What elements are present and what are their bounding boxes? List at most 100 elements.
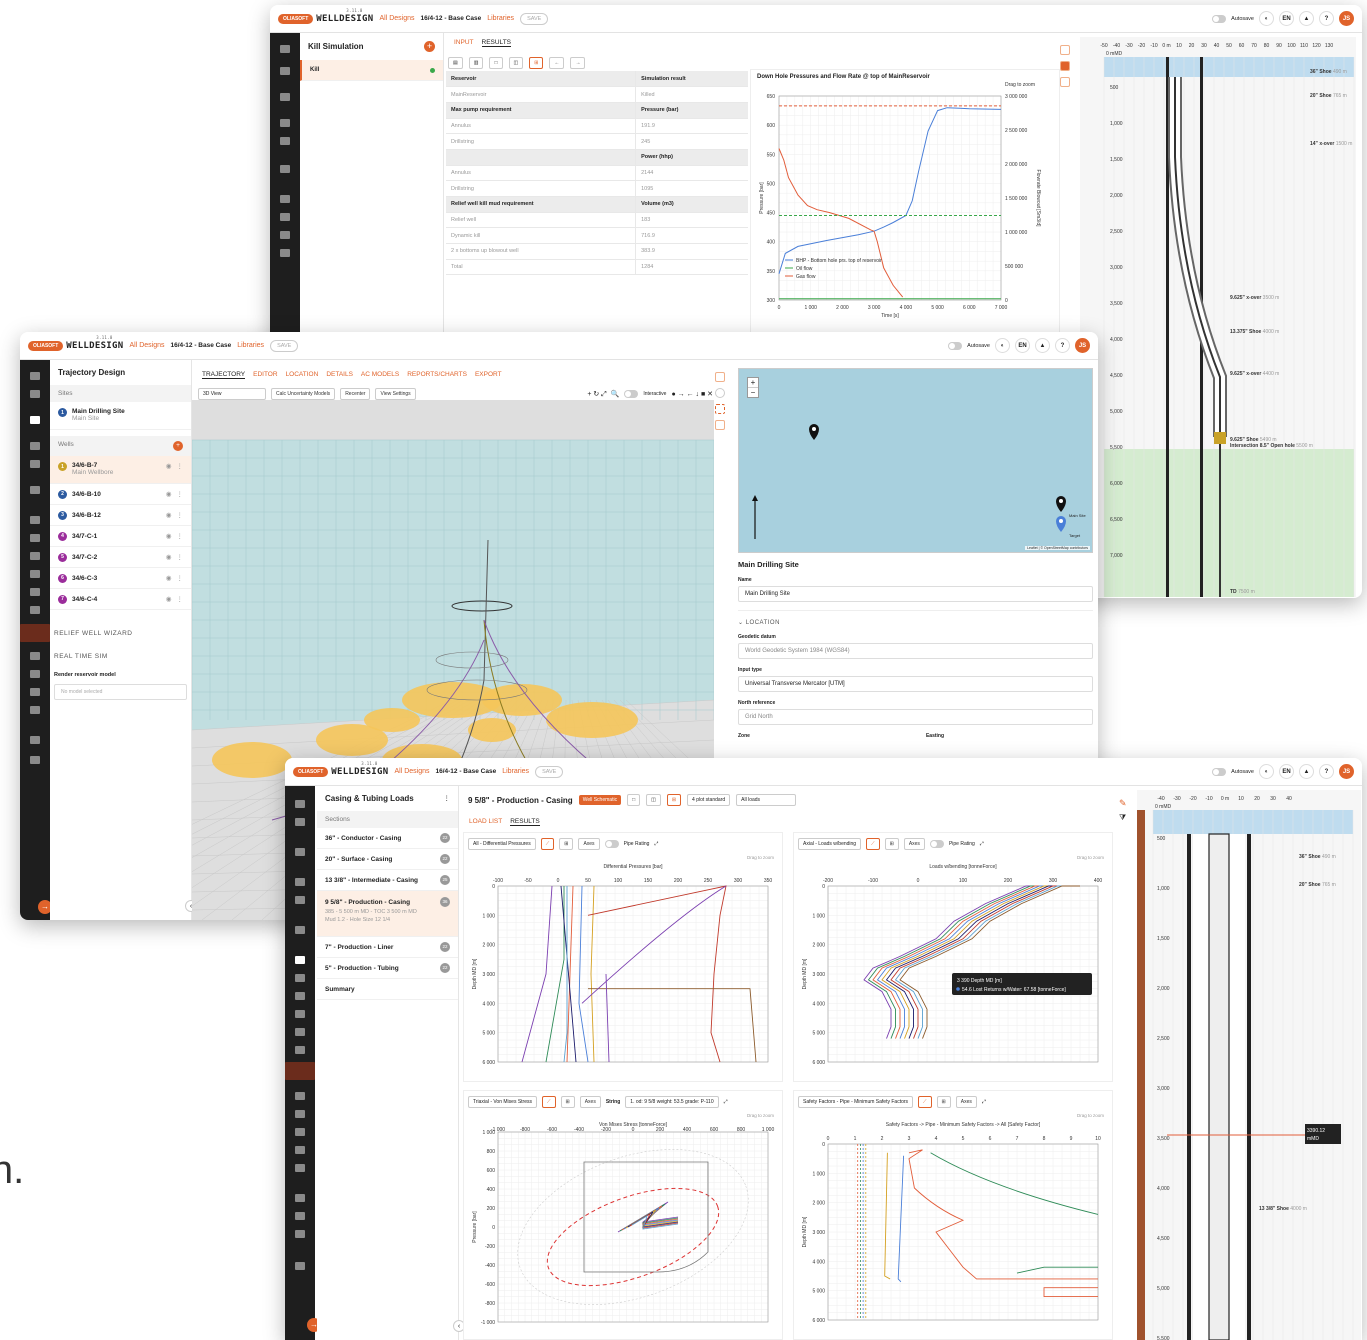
file-icon-3[interactable]: [295, 1262, 305, 1270]
line-chart-icon[interactable]: ⟋: [918, 1096, 932, 1108]
tools-icon-2[interactable]: [30, 460, 40, 468]
autosave-toggle[interactable]: [1212, 14, 1227, 23]
tab-trajectory[interactable]: TRAJECTORY: [202, 371, 246, 379]
line-chart-icon[interactable]: ⟋: [866, 838, 880, 850]
list-icon-3[interactable]: [295, 818, 305, 826]
settings-icon[interactable]: [280, 45, 290, 53]
libraries-link-2[interactable]: Libraries: [237, 342, 264, 349]
real-time-sim[interactable]: REAL TIME SIM: [50, 647, 191, 666]
graph-icon-3[interactable]: [295, 974, 305, 982]
section-item[interactable]: 5" - Production - Tubing 22: [317, 958, 458, 979]
arrows-icon[interactable]: ● → ← ↓ ■ ✕: [671, 390, 713, 398]
help-button-3[interactable]: ?: [1319, 764, 1334, 779]
avatar-2[interactable]: JS: [1075, 338, 1090, 353]
more-icon[interactable]: ⋮: [177, 532, 184, 540]
eye-icon[interactable]: ◉: [166, 574, 172, 582]
all-designs-link-2[interactable]: All Designs: [129, 342, 164, 349]
single-view-icon-3[interactable]: □: [627, 794, 641, 806]
target-icon-2[interactable]: [30, 570, 40, 578]
tab-details[interactable]: DETAILS: [326, 371, 353, 379]
tab-results[interactable]: RESULTS: [481, 39, 511, 47]
section-item[interactable]: 9 5/8" - Production - Casing 36 385 - 5 50…: [317, 891, 458, 937]
dark-mode-icon-3[interactable]: ◐: [1259, 764, 1274, 779]
autosave-toggle-3[interactable]: [1212, 767, 1227, 776]
well-item[interactable]: 5 34/7-C-2 ◉ ⋮: [50, 547, 191, 568]
language-button-2[interactable]: EN: [1015, 338, 1030, 353]
more-icon[interactable]: ⋮: [177, 490, 184, 498]
layer3-icon-3[interactable]: [295, 1128, 305, 1136]
table-icon[interactable]: ⊞: [560, 1096, 575, 1108]
grid-view-icon[interactable]: ⊞: [529, 57, 544, 69]
settings-icon-3[interactable]: [295, 800, 305, 808]
plot-select[interactable]: 4 plot standard: [687, 794, 731, 806]
expand-icon[interactable]: ⤢: [980, 841, 984, 847]
add-well-icon[interactable]: +: [173, 441, 183, 451]
casing-icon-3[interactable]: [295, 926, 305, 934]
location-section-header[interactable]: ⌄ LOCATION: [738, 610, 1093, 626]
trajectory-icon-2[interactable]: [30, 442, 40, 450]
layer-icon-3[interactable]: [295, 1092, 305, 1100]
chart-select[interactable]: Safety Factors - Pipe - Minimum Safety F…: [798, 1096, 914, 1108]
eye-icon[interactable]: ◉: [166, 511, 172, 519]
settings-icon-2[interactable]: [30, 372, 40, 380]
view-select[interactable]: 3D View: [198, 388, 266, 400]
filter-icon[interactable]: [1060, 45, 1070, 55]
name-field[interactable]: Main Drilling Site: [738, 586, 1093, 602]
avatar[interactable]: JS: [1339, 11, 1354, 26]
north-ref-select[interactable]: Grid North: [738, 709, 1093, 725]
bit-icon[interactable]: [280, 231, 290, 239]
split-view-icon[interactable]: ◫: [508, 57, 524, 69]
module-icon-3[interactable]: [295, 848, 305, 856]
export-icon-3[interactable]: [295, 1230, 305, 1238]
trajectory-icon-3[interactable]: [295, 878, 305, 886]
tab-ac-models[interactable]: AC MODELS: [361, 371, 399, 379]
calc-uncertainty-button[interactable]: Calc Uncertainty Models: [271, 388, 336, 400]
grid-view-icon-3[interactable]: ⊞: [666, 794, 682, 806]
tab-load-list[interactable]: LOAD LIST: [469, 818, 502, 826]
kill-item[interactable]: Kill: [300, 60, 443, 81]
layout-2-icon[interactable]: ▥: [468, 57, 484, 69]
rig-icon-3[interactable]: [295, 1028, 305, 1036]
note-icon-2[interactable]: [715, 420, 725, 430]
chart-svg[interactable]: Differential Pressures [bar]-100 -50 0 50 10…: [464, 860, 784, 1075]
gear-icon-3[interactable]: [295, 1046, 305, 1054]
well-item[interactable]: 4 34/7-C-1 ◉ ⋮: [50, 526, 191, 547]
line-chart-icon[interactable]: ⟋: [540, 838, 555, 850]
map-panel[interactable]: + − Main Site Target Leaflet | © OpenStr…: [738, 368, 1093, 553]
map-attribution[interactable]: Leaflet | © OpenStreetMap contributors: [1025, 546, 1090, 550]
well-item[interactable]: 1 34/6-B-7 Main Wellbore ◉ ⋮: [50, 456, 191, 484]
chart-svg[interactable]: Von Mises Stress [tonneForce]-1 000 -800-…: [464, 1118, 784, 1333]
layer3-icon-2[interactable]: [30, 688, 40, 696]
bell-icon-3[interactable]: ▲: [1299, 764, 1314, 779]
layer4-icon-3[interactable]: [295, 1146, 305, 1154]
language-button[interactable]: EN: [1279, 11, 1294, 26]
recenter-button[interactable]: Recenter: [340, 388, 371, 400]
tools-icon[interactable]: [280, 137, 290, 145]
layer2-icon-2[interactable]: [30, 670, 40, 678]
casing-icon[interactable]: [280, 165, 290, 173]
relief-well-wizard[interactable]: RELIEF WELL WIZARD: [50, 620, 191, 647]
string-select[interactable]: 1. od: 9 5/8 weight: 53.5 grade: P-110: [625, 1096, 719, 1108]
interactive-toggle[interactable]: [624, 390, 639, 398]
bit-icon-3[interactable]: [295, 992, 305, 1000]
all-designs-link-3[interactable]: All Designs: [394, 768, 429, 775]
section-item[interactable]: 7" - Production - Liner 22: [317, 937, 458, 958]
chart-svg[interactable]: Safety Factors -> Pipe - Minimum Safety …: [794, 1118, 1114, 1333]
trajectory-icon[interactable]: [280, 119, 290, 127]
axes-button[interactable]: Axes: [903, 838, 925, 850]
well-item[interactable]: 6 34/6-C-3 ◉ ⋮: [50, 568, 191, 589]
section-item[interactable]: 36" - Conductor - Casing 22: [317, 828, 458, 849]
rig-icon-2[interactable]: [30, 588, 40, 596]
pipe-rating-toggle[interactable]: [929, 840, 944, 848]
layer5-icon-3[interactable]: [295, 1164, 305, 1172]
layout-icon[interactable]: ▤: [448, 57, 463, 69]
schematic-1[interactable]: -50 -40 -30 -20 -10 0 m 10 20 30 40 50 60 70 80 90 100 1…: [1080, 37, 1356, 598]
axes-button[interactable]: Axes: [955, 1096, 977, 1108]
note-icon[interactable]: [1060, 77, 1070, 87]
more-icon[interactable]: ⋮: [177, 574, 184, 582]
avatar-3[interactable]: JS: [1339, 764, 1354, 779]
tab-export[interactable]: EXPORT: [475, 371, 502, 379]
target-icon-3[interactable]: [295, 1010, 305, 1018]
eye-icon[interactable]: ◉: [166, 462, 172, 470]
axes-button[interactable]: Axes: [579, 1096, 601, 1108]
